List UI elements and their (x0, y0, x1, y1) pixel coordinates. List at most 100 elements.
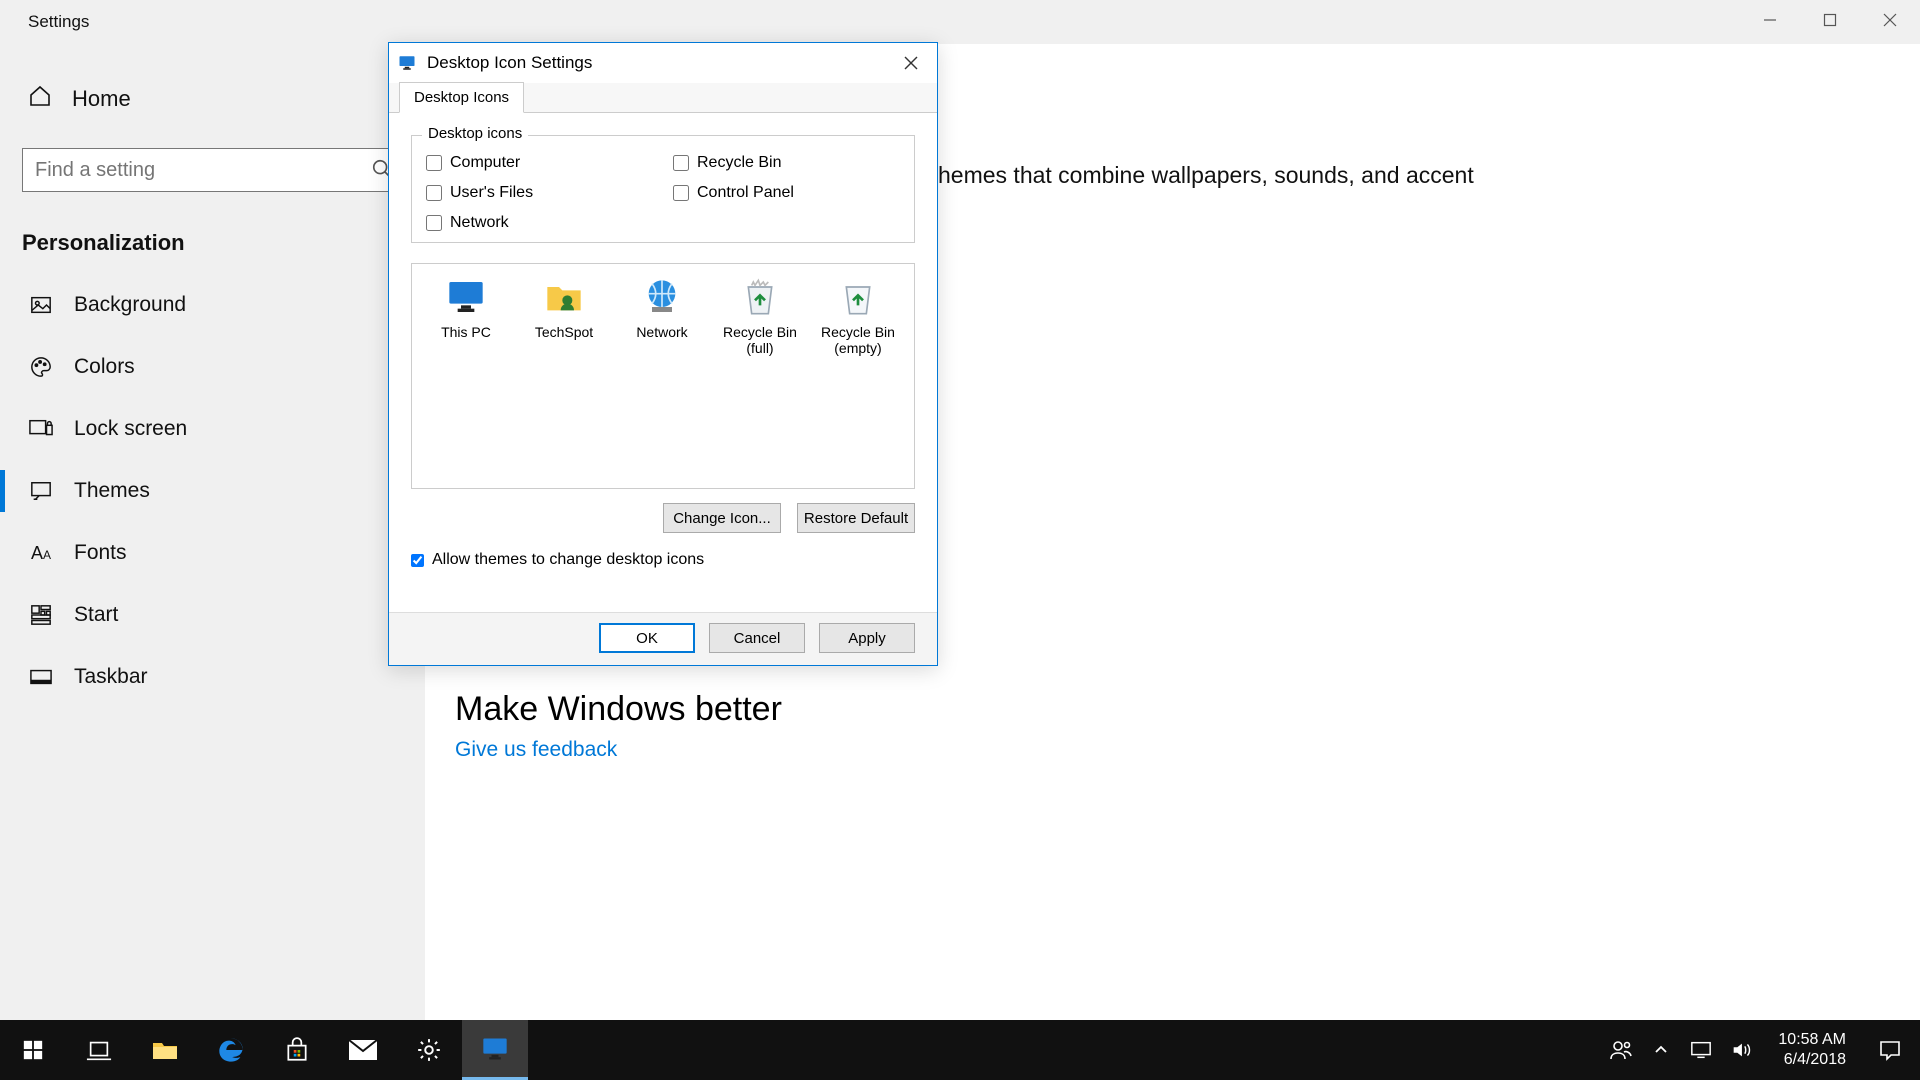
preview-label: TechSpot (518, 324, 610, 340)
change-icon-button[interactable]: Change Icon... (663, 503, 781, 533)
volume-icon[interactable] (1728, 1037, 1754, 1063)
preview-recycle-empty[interactable]: Recycle Bin (empty) (812, 276, 904, 356)
start-button[interactable] (0, 1020, 66, 1080)
dialog-title: Desktop Icon Settings (427, 53, 592, 73)
minimize-button[interactable] (1740, 0, 1800, 40)
checkbox-control-panel[interactable]: Control Panel (673, 184, 900, 202)
dialog-close-button[interactable] (895, 49, 927, 77)
store-button[interactable] (264, 1020, 330, 1080)
settings-sidebar: Home Personalization Background Colors L… (0, 44, 425, 1020)
tray-chevron-up-icon[interactable] (1648, 1037, 1674, 1063)
lock-icon (28, 416, 54, 442)
desktop-icon-settings-dialog: Desktop Icon Settings Desktop Icons Desk… (388, 42, 938, 666)
restore-default-button[interactable]: Restore Default (797, 503, 915, 533)
settings-titlebar: Settings (0, 0, 1920, 44)
nav-home[interactable]: Home (0, 72, 425, 126)
checkbox-recycle-bin[interactable]: Recycle Bin (673, 154, 900, 172)
ok-button[interactable]: OK (599, 623, 695, 653)
checkbox-label: User's Files (450, 184, 533, 202)
monitor-icon (445, 276, 487, 318)
dialog-tabstrip: Desktop Icons (389, 83, 937, 113)
checkbox-users-files[interactable]: User's Files (426, 184, 653, 202)
checkbox-network-input[interactable] (426, 215, 442, 231)
nav-lockscreen[interactable]: Lock screen (0, 398, 425, 460)
cancel-button[interactable]: Cancel (709, 623, 805, 653)
main-body-text-fragment: hemes that combine wallpapers, sounds, a… (938, 162, 1474, 189)
home-icon (28, 84, 52, 114)
start-tiles-icon (28, 602, 54, 628)
nav-taskbar[interactable]: Taskbar (0, 646, 425, 708)
apply-button[interactable]: Apply (819, 623, 915, 653)
people-icon[interactable] (1608, 1037, 1634, 1063)
nav-themes[interactable]: Themes (0, 460, 425, 522)
preview-recycle-full[interactable]: Recycle Bin (full) (714, 276, 806, 356)
heading-make-windows-better: Make Windows better (455, 690, 782, 729)
nav-item-label: Colors (74, 355, 135, 379)
file-explorer-button[interactable] (132, 1020, 198, 1080)
recycle-bin-full-icon (739, 276, 781, 318)
checkbox-label: Network (450, 214, 509, 232)
allow-themes-checkbox[interactable]: Allow themes to change desktop icons (411, 551, 915, 569)
task-view-button[interactable] (66, 1020, 132, 1080)
taskbar-icon (28, 664, 54, 690)
clock-time: 10:58 AM (1778, 1030, 1846, 1050)
taskbar-left (0, 1020, 528, 1080)
close-button[interactable] (1860, 0, 1920, 40)
settings-window: Settings Home Personalization Background (0, 0, 1920, 1080)
settings-title: Settings (28, 12, 89, 32)
mail-button[interactable] (330, 1020, 396, 1080)
nav-start[interactable]: Start (0, 584, 425, 646)
action-center-icon[interactable] (1870, 1030, 1910, 1070)
dialog-title-icon (397, 53, 417, 73)
search-input[interactable] (22, 148, 403, 192)
nav-fonts[interactable]: AA Fonts (0, 522, 425, 584)
preview-label: Network (616, 324, 708, 340)
preview-user-folder[interactable]: TechSpot (518, 276, 610, 356)
allow-themes-input[interactable] (411, 554, 424, 567)
checkbox-network[interactable]: Network (426, 214, 653, 232)
brush-icon (28, 478, 54, 504)
checkbox-recycle-input[interactable] (673, 155, 689, 171)
dialog-footer: OK Cancel Apply (389, 612, 937, 665)
tray-display-icon[interactable] (1688, 1037, 1714, 1063)
dialog-body: Desktop icons Computer Recycle Bin User'… (389, 113, 937, 579)
dialog-titlebar: Desktop Icon Settings (389, 43, 937, 83)
checkbox-label: Computer (450, 154, 520, 172)
taskbar-clock[interactable]: 10:58 AM 6/4/2018 (1768, 1030, 1856, 1070)
checkbox-label: Recycle Bin (697, 154, 781, 172)
clock-date: 6/4/2018 (1778, 1050, 1846, 1070)
nav-background[interactable]: Background (0, 274, 425, 336)
user-folder-icon (543, 276, 585, 318)
checkbox-computer[interactable]: Computer (426, 154, 653, 172)
nav-item-label: Background (74, 293, 186, 317)
settings-taskbar-button[interactable] (396, 1020, 462, 1080)
maximize-button[interactable] (1800, 0, 1860, 40)
checkbox-control-input[interactable] (673, 185, 689, 201)
preview-network[interactable]: Network (616, 276, 708, 356)
nav-home-label: Home (72, 86, 131, 112)
nav-item-label: Themes (74, 479, 150, 503)
allow-themes-label: Allow themes to change desktop icons (432, 551, 704, 569)
nav-colors[interactable]: Colors (0, 336, 425, 398)
search-wrap (22, 148, 403, 192)
globe-icon (641, 276, 683, 318)
icon-preview-list: This PC TechSpot Network Recycle Bin (fu… (411, 263, 915, 489)
palette-icon (28, 354, 54, 380)
nav-list: Background Colors Lock screen Themes AA … (0, 274, 425, 708)
icon-action-buttons: Change Icon... Restore Default (411, 503, 915, 533)
group-legend: Desktop icons (422, 125, 528, 142)
taskbar-tray: 10:58 AM 6/4/2018 (1608, 1030, 1920, 1070)
section-label: Personalization (22, 230, 425, 256)
checkbox-label: Control Panel (697, 184, 794, 202)
feedback-link[interactable]: Give us feedback (455, 738, 617, 762)
tab-desktop-icons[interactable]: Desktop Icons (399, 82, 524, 113)
nav-item-label: Lock screen (74, 417, 187, 441)
edge-button[interactable] (198, 1020, 264, 1080)
preview-label: Recycle Bin (empty) (812, 324, 904, 356)
preview-this-pc[interactable]: This PC (420, 276, 512, 356)
recycle-bin-empty-icon (837, 276, 879, 318)
nav-item-label: Taskbar (74, 665, 148, 689)
checkbox-users-input[interactable] (426, 185, 442, 201)
desktop-icon-settings-taskbar-button[interactable] (462, 1020, 528, 1080)
checkbox-computer-input[interactable] (426, 155, 442, 171)
